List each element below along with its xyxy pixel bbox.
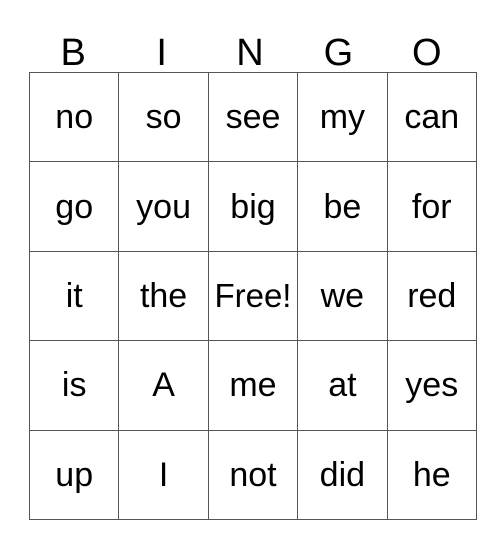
bingo-cell[interactable]: you bbox=[118, 161, 209, 252]
bingo-cell[interactable]: we bbox=[297, 250, 388, 342]
bingo-header-letter-b: B bbox=[60, 32, 86, 74]
bingo-header-letter-g: G bbox=[323, 32, 354, 74]
bingo-row: it the Free! we red bbox=[28, 250, 477, 342]
bingo-cell[interactable]: see bbox=[207, 71, 299, 163]
bingo-header-letter-i: I bbox=[156, 32, 167, 74]
bingo-header-letter-n: N bbox=[236, 32, 264, 74]
bingo-cell[interactable]: my bbox=[297, 71, 388, 163]
bingo-cell[interactable]: up bbox=[28, 429, 120, 520]
bingo-card: B I N G O no so see my can go you big be… bbox=[28, 14, 477, 520]
bingo-header-row: B I N G O bbox=[29, 14, 471, 72]
bingo-cell[interactable]: at bbox=[297, 340, 388, 431]
bingo-cell[interactable]: he bbox=[386, 429, 477, 520]
bingo-cell[interactable]: yes bbox=[386, 340, 477, 431]
bingo-row: is A me at yes bbox=[28, 340, 477, 431]
bingo-cell[interactable]: big bbox=[207, 161, 299, 252]
bingo-row: up I not did he bbox=[28, 429, 477, 520]
bingo-cell[interactable]: red bbox=[386, 250, 477, 342]
bingo-cell[interactable]: no bbox=[28, 71, 120, 163]
bingo-cell[interactable]: it bbox=[28, 250, 120, 342]
bingo-cell[interactable]: is bbox=[28, 340, 120, 431]
bingo-cell[interactable]: can bbox=[386, 71, 477, 163]
bingo-cell[interactable]: me bbox=[207, 340, 299, 431]
bingo-free-space-cell[interactable]: Free! bbox=[207, 250, 299, 342]
bingo-cell[interactable]: A bbox=[118, 340, 209, 431]
bingo-cell[interactable]: the bbox=[118, 250, 209, 342]
bingo-cell[interactable]: go bbox=[28, 161, 120, 252]
bingo-cell[interactable]: be bbox=[297, 161, 388, 252]
bingo-header-letter-o: O bbox=[412, 32, 442, 74]
bingo-grid: no so see my can go you big be for it th… bbox=[28, 71, 477, 520]
bingo-cell[interactable]: not bbox=[207, 429, 299, 520]
bingo-row: go you big be for bbox=[28, 161, 477, 252]
bingo-cell[interactable]: I bbox=[118, 429, 209, 520]
bingo-cell[interactable]: so bbox=[118, 71, 209, 163]
bingo-cell[interactable]: did bbox=[297, 429, 388, 520]
bingo-cell[interactable]: for bbox=[386, 161, 477, 252]
bingo-row: no so see my can bbox=[28, 71, 477, 163]
